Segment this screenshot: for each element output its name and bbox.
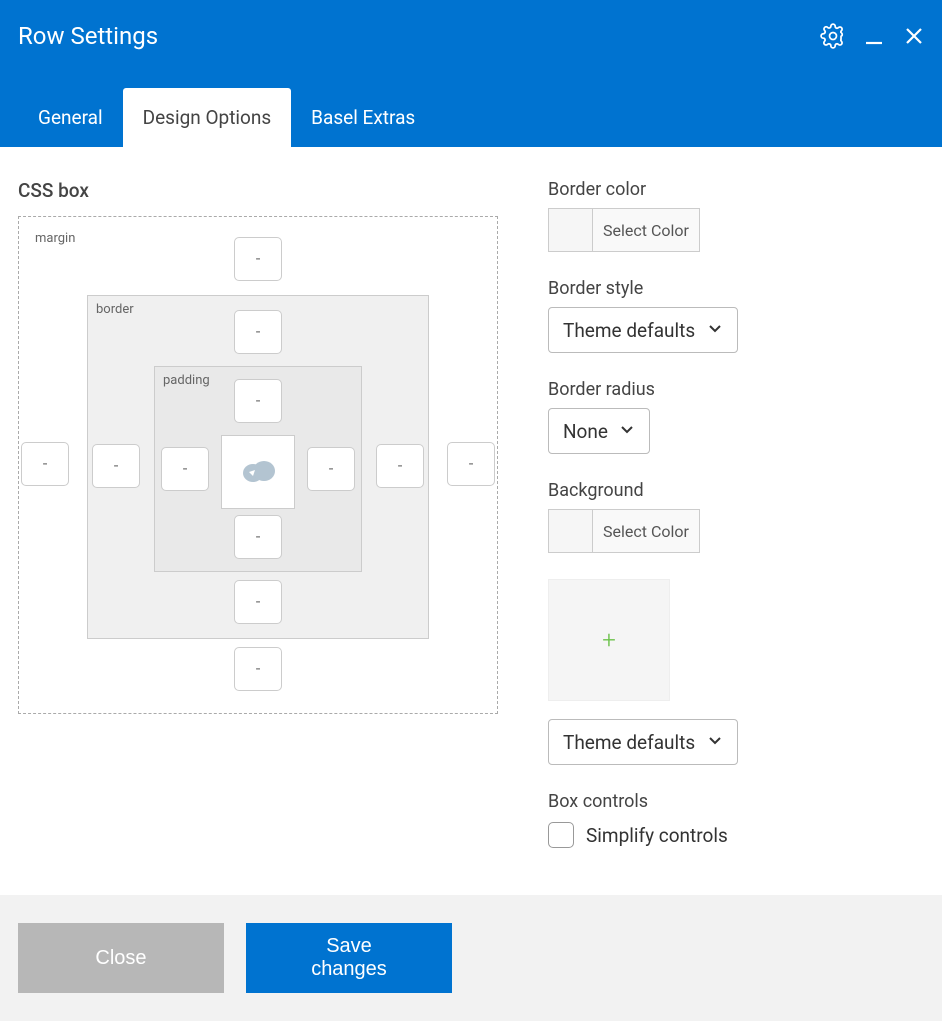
- margin-bottom-input[interactable]: [234, 647, 282, 691]
- chevron-down-icon: [707, 320, 723, 340]
- gear-icon[interactable]: [820, 23, 846, 49]
- modal-body: CSS box margin border: [0, 147, 942, 868]
- border-radius-value: None: [563, 420, 608, 443]
- tab-bar: General Design Options Basel Extras: [0, 87, 942, 147]
- background-label: Background: [548, 480, 924, 501]
- border-label: border: [96, 302, 134, 317]
- border-style-label: Border style: [548, 278, 924, 299]
- margin-label: margin: [35, 231, 75, 246]
- tab-general[interactable]: General: [18, 88, 123, 147]
- box-controls-label: Box controls: [548, 791, 924, 812]
- css-box-onion: margin border: [18, 216, 498, 714]
- border-radius-select[interactable]: None: [548, 408, 650, 454]
- padding-label: padding: [163, 373, 210, 388]
- header-icon-group: [820, 23, 926, 49]
- border-right-input[interactable]: [376, 444, 424, 488]
- border-radius-label: Border radius: [548, 379, 924, 400]
- background-image-style-value: Theme defaults: [563, 731, 695, 754]
- add-background-image[interactable]: +: [548, 579, 670, 701]
- close-icon[interactable]: [902, 24, 926, 48]
- margin-right-input[interactable]: [447, 442, 495, 486]
- border-layer: border padding: [87, 295, 429, 639]
- border-bottom-input[interactable]: [234, 580, 282, 624]
- modal-header: Row Settings General Desi: [0, 0, 942, 147]
- margin-left-input[interactable]: [21, 442, 69, 486]
- border-left-input[interactable]: [92, 444, 140, 488]
- minimize-icon[interactable]: [862, 24, 886, 48]
- margin-top-input[interactable]: [234, 237, 282, 281]
- simplify-controls-label: Simplify controls: [586, 824, 728, 847]
- background-color-picker[interactable]: Select Color: [548, 509, 700, 553]
- border-color-swatch: [549, 209, 593, 251]
- save-changes-button[interactable]: Save changes: [246, 923, 452, 993]
- modal-title: Row Settings: [18, 22, 158, 50]
- border-top-input[interactable]: [234, 310, 282, 354]
- simplify-controls-checkbox[interactable]: [548, 822, 574, 848]
- plus-icon: +: [602, 626, 616, 654]
- background-image-style-select[interactable]: Theme defaults: [548, 719, 738, 765]
- chevron-down-icon: [707, 732, 723, 752]
- padding-top-input[interactable]: [234, 379, 282, 423]
- border-color-picker[interactable]: Select Color: [548, 208, 700, 252]
- modal-footer: Close Save changes: [0, 895, 942, 1021]
- close-button[interactable]: Close: [18, 923, 224, 993]
- background-color-swatch: [549, 510, 593, 552]
- border-color-button-label: Select Color: [593, 209, 699, 251]
- content-box-icon: [221, 435, 295, 509]
- chevron-down-icon: [619, 421, 635, 441]
- border-style-select[interactable]: Theme defaults: [548, 307, 738, 353]
- padding-left-input[interactable]: [161, 447, 209, 491]
- tab-basel-extras[interactable]: Basel Extras: [291, 88, 435, 147]
- background-color-button-label: Select Color: [593, 510, 699, 552]
- css-box-title: CSS box: [18, 179, 498, 202]
- padding-right-input[interactable]: [307, 447, 355, 491]
- border-color-label: Border color: [548, 179, 924, 200]
- border-style-value: Theme defaults: [563, 319, 695, 342]
- tab-design-options[interactable]: Design Options: [123, 88, 292, 147]
- padding-layer: padding: [154, 366, 362, 572]
- padding-bottom-input[interactable]: [234, 515, 282, 559]
